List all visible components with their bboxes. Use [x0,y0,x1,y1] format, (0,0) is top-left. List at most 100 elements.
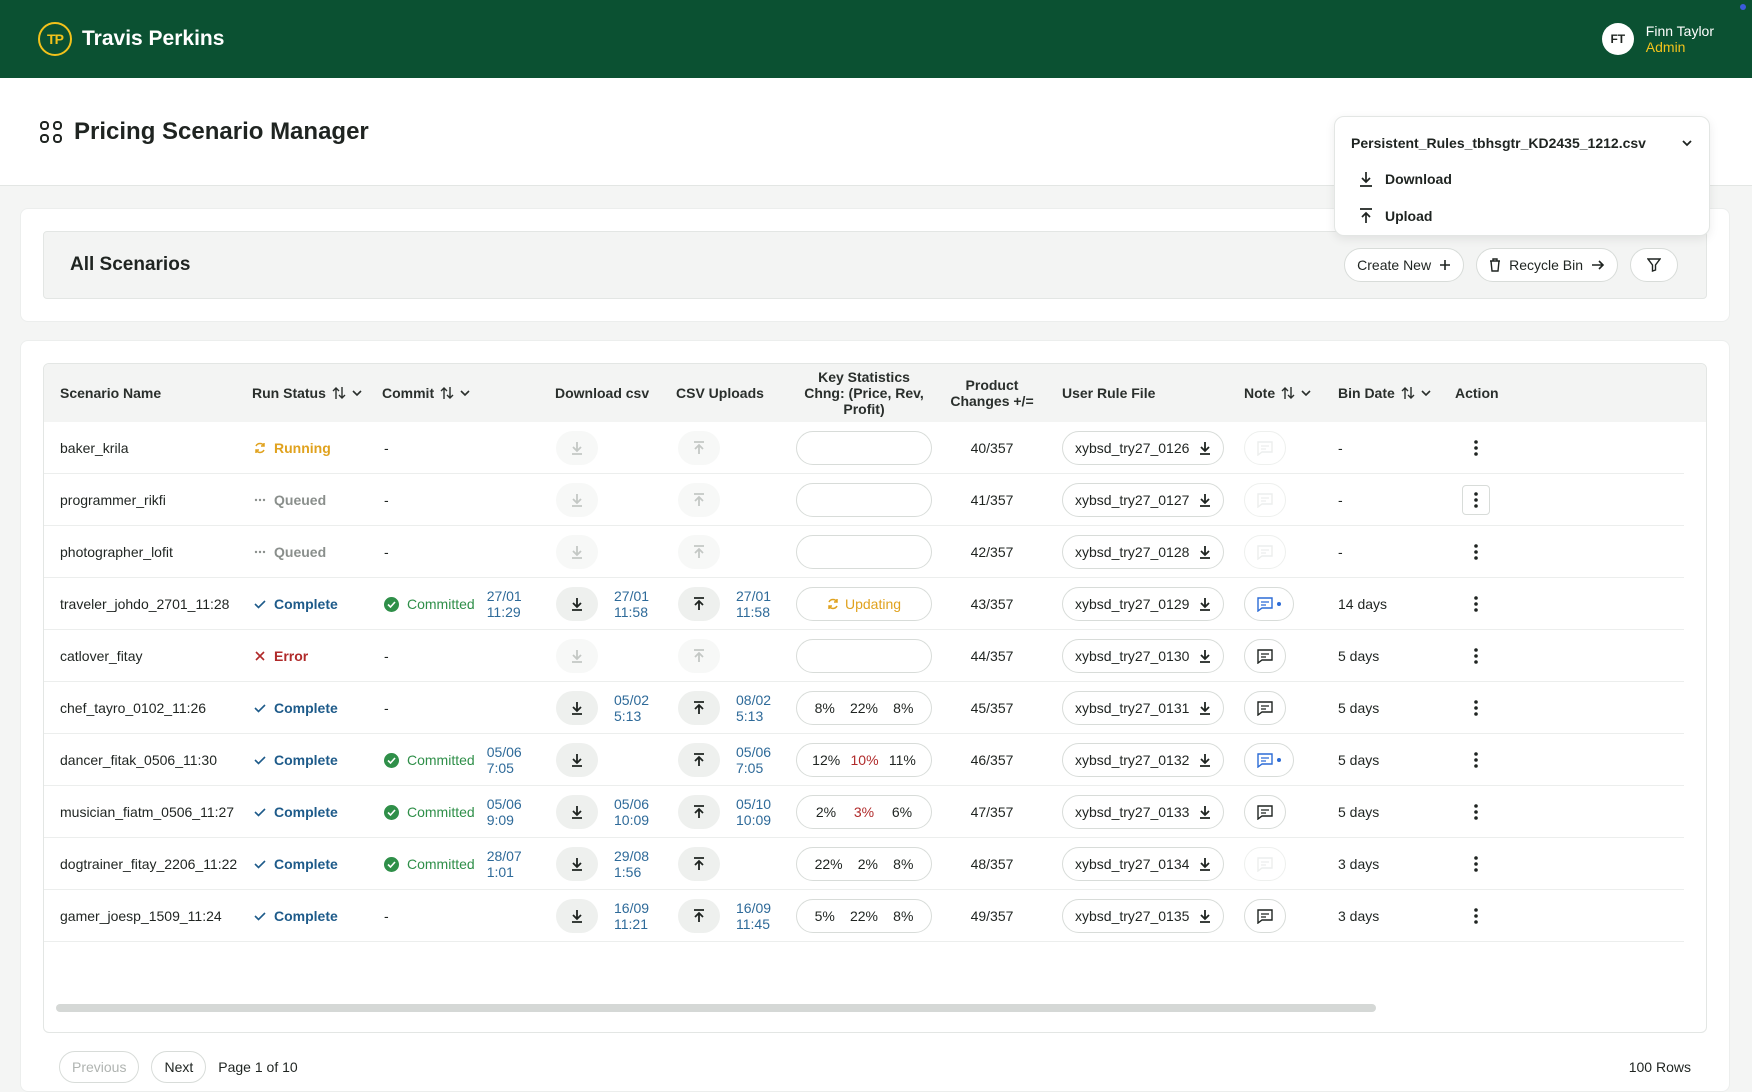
filter-button[interactable] [1630,248,1678,282]
rule-file-name: xybsd_try27_0127 [1075,492,1190,508]
upload-button[interactable] [678,691,720,725]
note-button[interactable] [1244,535,1286,569]
rule-file-button[interactable]: xybsd_try27_0134 [1062,847,1225,881]
more-options-button[interactable] [1462,589,1490,619]
check-circle-icon [384,804,399,820]
commit-status: - [384,890,389,942]
download-button[interactable] [556,587,598,621]
note-button[interactable] [1244,587,1294,621]
stat-value: 22% [849,908,878,924]
note-button[interactable] [1244,691,1286,725]
previous-button[interactable]: Previous [59,1051,140,1083]
scenario-name-text: catlover_fitay [60,648,143,664]
chevron-down-icon[interactable] [1301,388,1311,398]
chevron-down-icon[interactable] [1681,137,1693,149]
download-button[interactable] [556,691,598,725]
upload-button[interactable] [678,743,720,777]
next-button[interactable]: Next [151,1051,207,1083]
column-header-run-status[interactable]: Run Status [252,385,362,401]
column-header-note[interactable]: Note [1244,385,1311,401]
kebab-icon [1474,440,1478,456]
note-button[interactable] [1244,795,1286,829]
rule-file-button[interactable]: xybsd_try27_0133 [1062,795,1225,829]
upload-button[interactable] [678,795,720,829]
csv-upload [678,422,720,474]
create-new-button[interactable]: Create New [1344,248,1465,282]
stat-value: 10% [850,752,879,768]
more-options-button[interactable] [1462,433,1490,463]
sort-icon[interactable] [1401,386,1415,400]
more-options-button[interactable] [1462,849,1490,879]
scenario-name-text: gamer_joesp_1509_11:24 [60,908,222,924]
more-options-button[interactable] [1462,485,1490,515]
upload-button[interactable] [678,587,720,621]
avatar[interactable]: FT [1601,23,1634,55]
top-navbar: TP Travis Perkins FT Finn Taylor Admin [0,0,1752,78]
download-button[interactable] [556,899,598,933]
more-options-button[interactable] [1462,901,1490,931]
bin-date-value: - [1338,492,1343,508]
key-statistics: 5% 22% 8% [796,890,932,942]
run-status: Complete [254,734,338,786]
download-icon [571,649,583,663]
note-button[interactable] [1244,639,1286,673]
run-status: Queued [254,474,326,526]
product-changes-value: 46/357 [970,752,1014,768]
rules-file-dropdown[interactable]: Persistent_Rules_tbhsgtr_KD2435_1212.csv… [1334,116,1710,236]
rule-file-button[interactable]: xybsd_try27_0126 [1062,431,1225,465]
download-button[interactable] [556,743,598,777]
more-options-button[interactable] [1462,537,1490,567]
recycle-bin-button[interactable]: Recycle Bin [1476,248,1618,282]
button-label: Recycle Bin [1509,257,1583,273]
note-button[interactable] [1244,483,1286,517]
chevron-down-icon[interactable] [352,388,362,398]
sort-icon[interactable] [332,386,346,400]
sort-icon[interactable] [440,386,454,400]
key-statistics [796,526,932,578]
upload-button[interactable] [678,899,720,933]
download-button[interactable] [556,847,598,881]
note-button[interactable] [1244,899,1286,933]
note-button[interactable] [1244,431,1286,465]
user-menu[interactable]: FT Finn Taylor Admin [1601,23,1714,55]
column-header-bin-date[interactable]: Bin Date [1338,385,1431,401]
rule-file-button[interactable]: xybsd_try27_0135 [1062,899,1225,933]
rule-file-button[interactable]: xybsd_try27_0132 [1062,743,1225,777]
menu-item-upload[interactable]: Upload [1335,197,1709,234]
rule-file-button[interactable]: xybsd_try27_0129 [1062,587,1225,621]
menu-item-download[interactable]: Download [1335,160,1709,197]
more-options-button[interactable] [1462,693,1490,723]
rules-file-select[interactable]: Persistent_Rules_tbhsgtr_KD2435_1212.csv [1335,126,1709,160]
bin-date-value: 5 days [1338,752,1380,768]
chevron-down-icon[interactable] [1421,388,1431,398]
horizontal-scrollbar[interactable] [56,1004,1376,1012]
chevron-down-icon[interactable] [460,388,470,398]
rule-file-button[interactable]: xybsd_try27_0128 [1062,535,1225,569]
rule-file-button[interactable]: xybsd_try27_0127 [1062,483,1225,517]
rule-file-button[interactable]: xybsd_try27_0130 [1062,639,1225,673]
sort-icon[interactable] [1281,386,1295,400]
brand[interactable]: TP Travis Perkins [38,22,224,56]
rule-file-button[interactable]: xybsd_try27_0131 [1062,691,1225,725]
more-options-button[interactable] [1462,641,1490,671]
column-header-commit[interactable]: Commit [382,385,470,401]
action [1462,422,1490,474]
commit-label: Committed [407,596,475,612]
product-changes: 49/357 [946,890,1038,942]
upload-button[interactable] [678,847,720,881]
more-options-button[interactable] [1462,745,1490,775]
download-icon [1359,171,1373,187]
key-statistics [796,474,932,526]
grid-icon [40,120,62,143]
bin-date: 5 days [1338,786,1379,838]
note-button[interactable] [1244,847,1286,881]
bin-date-value: 3 days [1338,908,1380,924]
kebab-icon [1474,700,1478,716]
rule-file-name: xybsd_try27_0128 [1075,544,1190,560]
more-options-button[interactable] [1462,797,1490,827]
note-button[interactable] [1244,743,1294,777]
filter-icon [1647,258,1661,272]
run-status-label: Complete [274,752,338,768]
download-button[interactable] [556,795,598,829]
note [1244,422,1286,474]
